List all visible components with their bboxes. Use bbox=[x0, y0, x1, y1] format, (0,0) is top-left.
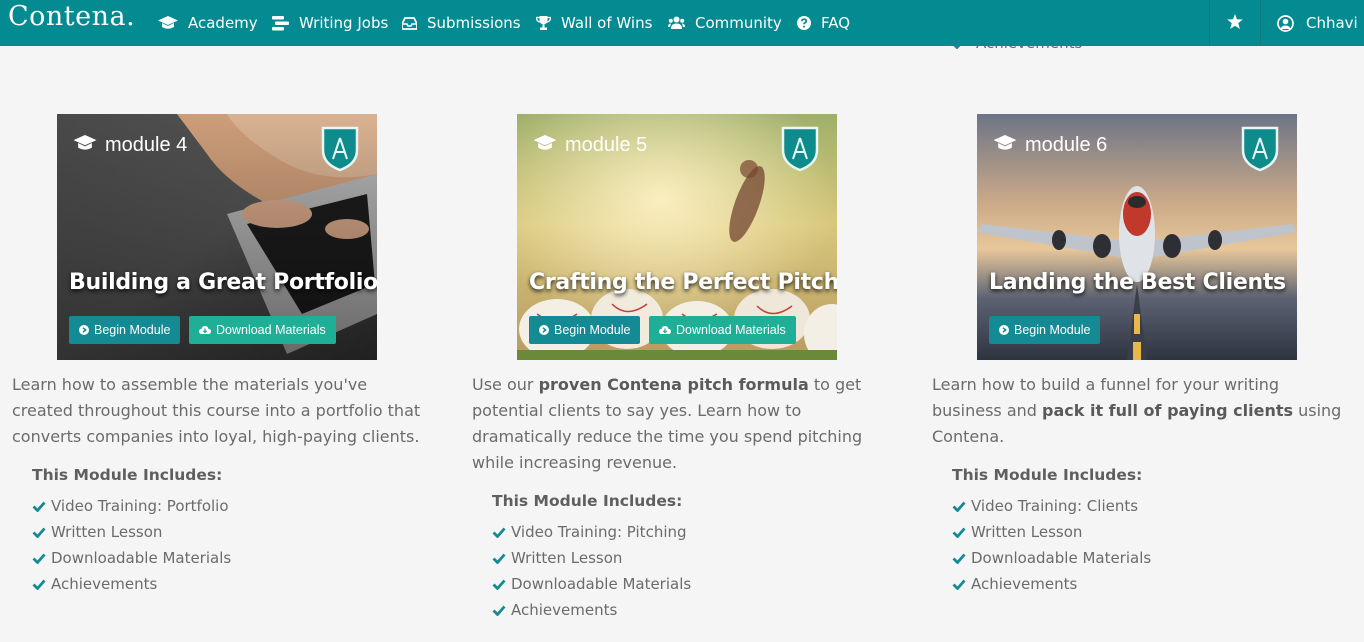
list-item: Written Lesson bbox=[32, 519, 432, 545]
check-icon bbox=[492, 605, 506, 616]
academy-shield-icon bbox=[1241, 126, 1279, 172]
module-card[interactable]: module 6 Landing the Best Clients Begin … bbox=[977, 114, 1297, 360]
list-item: Downloadable Materials bbox=[492, 571, 892, 597]
nav-wall-of-wins-label: Wall of Wins bbox=[561, 14, 653, 32]
module-card[interactable]: module 5 Crafting the Perfect Pitch Begi… bbox=[517, 114, 837, 360]
play-circle-icon bbox=[999, 325, 1009, 335]
graduation-cap-icon bbox=[73, 134, 97, 157]
nav-submissions-label: Submissions bbox=[427, 14, 521, 32]
module-6-column: module 6 Landing the Best Clients Begin … bbox=[932, 114, 1352, 597]
inbox-icon bbox=[402, 16, 417, 30]
includes-heading: This Module Includes: bbox=[952, 466, 1143, 484]
begin-module-button[interactable]: Begin Module bbox=[989, 316, 1101, 344]
play-circle-icon bbox=[79, 325, 89, 335]
check-icon bbox=[32, 501, 46, 512]
academy-shield-icon bbox=[321, 126, 359, 172]
user-name: Chhavi bbox=[1306, 14, 1358, 32]
graduation-cap-icon bbox=[993, 134, 1017, 157]
includes-heading: This Module Includes: bbox=[492, 492, 683, 510]
includes-list: Video Training: Clients Written Lesson D… bbox=[932, 493, 1352, 597]
module-description: Learn how to assemble the materials you'… bbox=[12, 375, 421, 446]
nav-wall-of-wins[interactable]: Wall of Wins bbox=[536, 0, 652, 46]
academy-shield-icon bbox=[781, 126, 819, 172]
list-item: Achievements bbox=[32, 571, 432, 597]
nav-community[interactable]: Community bbox=[668, 0, 782, 46]
check-icon bbox=[32, 553, 46, 564]
nav-academy-label: Academy bbox=[188, 14, 258, 32]
module-label: module 6 bbox=[993, 134, 1107, 157]
check-icon bbox=[492, 579, 506, 590]
top-navbar: Contena. Academy Writing Jobs Submission… bbox=[0, 0, 1364, 46]
check-icon bbox=[952, 527, 966, 538]
includes-list: Video Training: Portfolio Written Lesson… bbox=[12, 493, 432, 597]
check-icon bbox=[952, 501, 966, 512]
play-circle-icon bbox=[539, 325, 549, 335]
list-item: Video Training: Clients bbox=[952, 493, 1352, 519]
list-item: Achievements bbox=[952, 571, 1352, 597]
check-icon bbox=[492, 553, 506, 564]
nav-academy[interactable]: Academy bbox=[158, 0, 258, 46]
users-icon bbox=[668, 16, 685, 30]
check-icon bbox=[952, 553, 966, 564]
nav-community-label: Community bbox=[695, 14, 782, 32]
begin-module-button[interactable]: Begin Module bbox=[529, 316, 641, 344]
cloud-download-icon bbox=[659, 325, 671, 335]
check-icon bbox=[492, 527, 506, 538]
question-circle-icon bbox=[797, 16, 811, 30]
begin-module-button[interactable]: Begin Module bbox=[69, 316, 181, 344]
graduation-cap-icon bbox=[533, 134, 557, 157]
jobs-icon bbox=[272, 15, 289, 31]
check-icon bbox=[952, 579, 966, 590]
includes-list: Video Training: Pitching Written Lesson … bbox=[472, 519, 892, 623]
list-item: Video Training: Pitching bbox=[492, 519, 892, 545]
star-icon bbox=[1227, 13, 1243, 33]
check-icon bbox=[32, 527, 46, 538]
nav-writing-jobs[interactable]: Writing Jobs bbox=[272, 0, 388, 46]
nav-submissions[interactable]: Submissions bbox=[402, 0, 521, 46]
list-item: Achievements bbox=[492, 597, 892, 623]
trophy-icon bbox=[536, 16, 551, 30]
list-item: Downloadable Materials bbox=[32, 545, 432, 571]
user-menu[interactable]: Chhavi bbox=[1277, 0, 1364, 46]
module-title: Building a Great Portfolio bbox=[69, 270, 377, 295]
nav-writing-jobs-label: Writing Jobs bbox=[299, 14, 389, 32]
nav-faq[interactable]: FAQ bbox=[797, 0, 850, 46]
nav-divider bbox=[1260, 0, 1261, 46]
list-item: Video Training: Portfolio bbox=[32, 493, 432, 519]
module-label: module 4 bbox=[73, 134, 187, 157]
cloud-download-icon bbox=[199, 325, 211, 335]
brand-logo[interactable]: Contena. bbox=[8, 1, 135, 32]
list-item: Written Lesson bbox=[492, 545, 892, 571]
list-item: Downloadable Materials bbox=[952, 545, 1352, 571]
check-icon bbox=[32, 579, 46, 590]
download-materials-button[interactable]: Download Materials bbox=[189, 316, 336, 344]
user-circle-icon bbox=[1277, 14, 1294, 32]
module-label: module 5 bbox=[533, 134, 647, 157]
module-title: Landing the Best Clients bbox=[989, 270, 1286, 295]
nav-faq-label: FAQ bbox=[821, 14, 851, 32]
list-item: Written Lesson bbox=[952, 519, 1352, 545]
module-4-column: module 4 Building a Great Portfolio Begi… bbox=[12, 114, 432, 597]
module-title: Crafting the Perfect Pitch bbox=[529, 270, 837, 295]
module-description: Use our proven Contena pitch formula to … bbox=[472, 375, 863, 472]
download-materials-button[interactable]: Download Materials bbox=[649, 316, 796, 344]
graduation-cap-icon bbox=[158, 16, 178, 30]
module-5-column: module 5 Crafting the Perfect Pitch Begi… bbox=[472, 114, 892, 623]
favorites-button[interactable] bbox=[1210, 0, 1260, 46]
module-description: Learn how to build a funnel for your wri… bbox=[932, 375, 1342, 446]
includes-heading: This Module Includes: bbox=[32, 466, 223, 484]
module-card[interactable]: module 4 Building a Great Portfolio Begi… bbox=[57, 114, 377, 360]
